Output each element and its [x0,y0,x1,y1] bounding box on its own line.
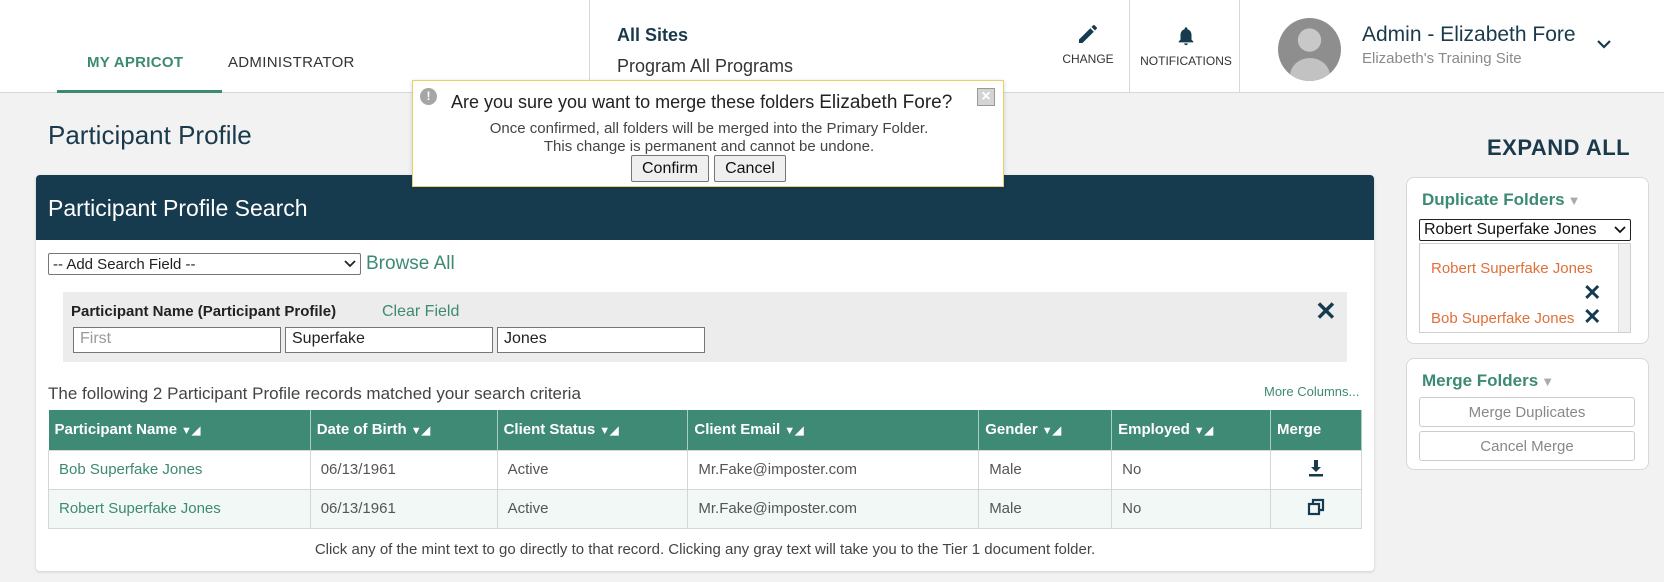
page-title: Participant Profile [48,120,252,150]
merge-duplicates-button[interactable]: Merge Duplicates [1419,397,1635,427]
email-cell[interactable]: Mr.Fake@imposter.com [687,488,980,529]
notifications-label: NOTIFICATIONS [1140,54,1232,68]
column-header[interactable]: Client Status ▼◢ [497,410,689,450]
chevron-down-icon [1614,226,1626,234]
participant-name-cell[interactable]: Robert Superfake Jones [48,488,311,529]
info-icon: ! [420,88,437,105]
close-icon[interactable]: ✕ [1315,296,1337,327]
cancel-merge-button[interactable]: Cancel Merge [1419,431,1635,461]
header-divider [1129,0,1130,93]
change-button[interactable]: CHANGE [1060,22,1116,66]
site-program[interactable]: Program All Programs [617,56,793,77]
result-summary: The following 2 Participant Profile reco… [48,384,581,403]
user-name[interactable]: Admin - Elizabeth Fore [1362,23,1576,47]
merge-folders-panel: Merge Folders ▼ Merge Duplicates Cancel M… [1406,358,1649,470]
participant-name-cell[interactable]: Bob Superfake Jones [48,449,311,490]
duplicate-folders-header[interactable]: Duplicate Folders ▼ [1422,190,1581,210]
tab-administrator[interactable]: ADMINISTRATOR [228,54,355,71]
more-columns-link[interactable]: More Columns... [1264,384,1359,399]
merge-folders-header[interactable]: Merge Folders ▼ [1422,371,1554,391]
browse-all-link[interactable]: Browse All [366,253,455,275]
active-tab-underline [57,90,222,93]
column-header[interactable]: Employed ▼◢ [1111,410,1272,450]
dialog-message-line2: This change is permanent and cannot be u… [543,138,875,155]
gender-cell[interactable]: Male [978,449,1113,490]
site-title[interactable]: All Sites [617,25,688,46]
sort-icon: ▼◢ [1193,425,1214,438]
pencil-icon [1079,25,1097,43]
tab-my-apricot[interactable]: MY APRICOT [87,54,183,71]
bell-icon [1178,27,1194,46]
chevron-down-icon [344,260,356,268]
duplicate-folder-list: Robert Superfake Jones ✕ Bob Superfake J… [1419,243,1631,333]
clear-field-link[interactable]: Clear Field [382,303,459,321]
duplicate-folder-item[interactable]: Bob Superfake Jones [1431,310,1574,327]
dialog-message-line1: Once confirmed, all folders will be merg… [489,120,929,137]
duplicate-folders-panel: Duplicate Folders ▼ Robert Superfake Jone… [1406,177,1649,344]
header-divider [1239,0,1240,93]
change-label: CHANGE [1062,52,1114,66]
column-header[interactable]: Gender ▼◢ [978,410,1113,450]
column-header[interactable]: Date of Birth ▼◢ [310,410,498,450]
table-row: Bob Superfake Jones 06/13/1961 Active Mr… [48,449,1362,490]
employed-cell[interactable]: No [1111,449,1272,490]
add-search-field-value: -- Add Search Field -- [53,255,196,273]
duplicate-folder-item[interactable]: Robert Superfake Jones [1431,260,1593,277]
notifications-button[interactable]: NOTIFICATIONS [1136,24,1236,68]
sort-icon: ▼◢ [1041,425,1062,438]
search-field-box: Participant Name (Participant Profile) C… [63,292,1347,362]
column-header: Merge [1270,410,1362,450]
dob-cell[interactable]: 06/13/1961 [309,449,498,490]
dialog-user-name: Elizabeth Fore? [819,92,953,113]
field-label: Participant Name (Participant Profile) [71,303,337,320]
user-site: Elizabeth's Training Site [1362,50,1522,67]
triangle-down-icon: ▼ [1567,193,1581,208]
copy-icon[interactable] [1306,497,1326,517]
status-cell[interactable]: Active [496,449,689,490]
add-search-field-select[interactable]: -- Add Search Field -- [48,253,361,275]
cancel-button[interactable]: Cancel [714,155,786,182]
merge-confirm-dialog: ! Are you sure you want to merge these f… [412,80,1004,187]
expand-all-button[interactable]: EXPAND ALL [1487,135,1630,161]
chevron-down-icon[interactable] [1596,38,1612,50]
remove-icon[interactable]: ✕ [1583,280,1601,306]
sort-icon: ▼◢ [410,425,431,438]
column-header[interactable]: Participant Name ▼◢ [48,410,311,450]
merge-cell [1270,488,1362,529]
sort-icon: ▼◢ [181,425,201,438]
triangle-down-icon: ▼ [1541,374,1555,389]
middle-name-input[interactable]: Superfake [285,327,493,353]
sort-icon: ▼◢ [784,425,804,438]
first-name-input[interactable]: First [73,327,281,353]
table-footnote: Click any of the mint text to go directl… [314,541,1096,558]
dialog-question: Are you sure you want to merge these fol… [451,92,953,113]
dob-cell[interactable]: 06/13/1961 [309,488,498,529]
duplicate-folder-select[interactable]: Robert Superfake Jones [1419,219,1631,241]
table-header-row: Participant Name ▼◢ Date of Birth ▼◢ Clien… [48,410,1362,450]
last-name-input[interactable]: Jones [497,327,705,353]
gender-cell[interactable]: Male [978,488,1113,529]
sort-icon: ▼◢ [599,425,619,438]
confirm-button[interactable]: Confirm [631,155,709,182]
scrollbar[interactable] [1618,244,1630,332]
download-icon[interactable] [1306,458,1326,478]
search-card: Participant Profile Search -- Add Search… [36,175,1374,571]
employed-cell[interactable]: No [1111,488,1272,529]
duplicate-folder-selected: Robert Superfake Jones [1424,221,1597,238]
results-table: Participant Name ▼◢ Date of Birth ▼◢ Clien… [48,410,1362,529]
merge-cell [1270,449,1362,490]
email-cell[interactable]: Mr.Fake@imposter.com [687,449,980,490]
status-cell[interactable]: Active [496,488,689,529]
column-header[interactable]: Client Email ▼◢ [687,410,980,450]
avatar[interactable] [1278,18,1341,81]
remove-icon[interactable]: ✕ [1583,304,1601,330]
close-icon[interactable]: × [977,88,995,106]
table-row: Robert Superfake Jones 06/13/1961 Active… [48,488,1362,529]
